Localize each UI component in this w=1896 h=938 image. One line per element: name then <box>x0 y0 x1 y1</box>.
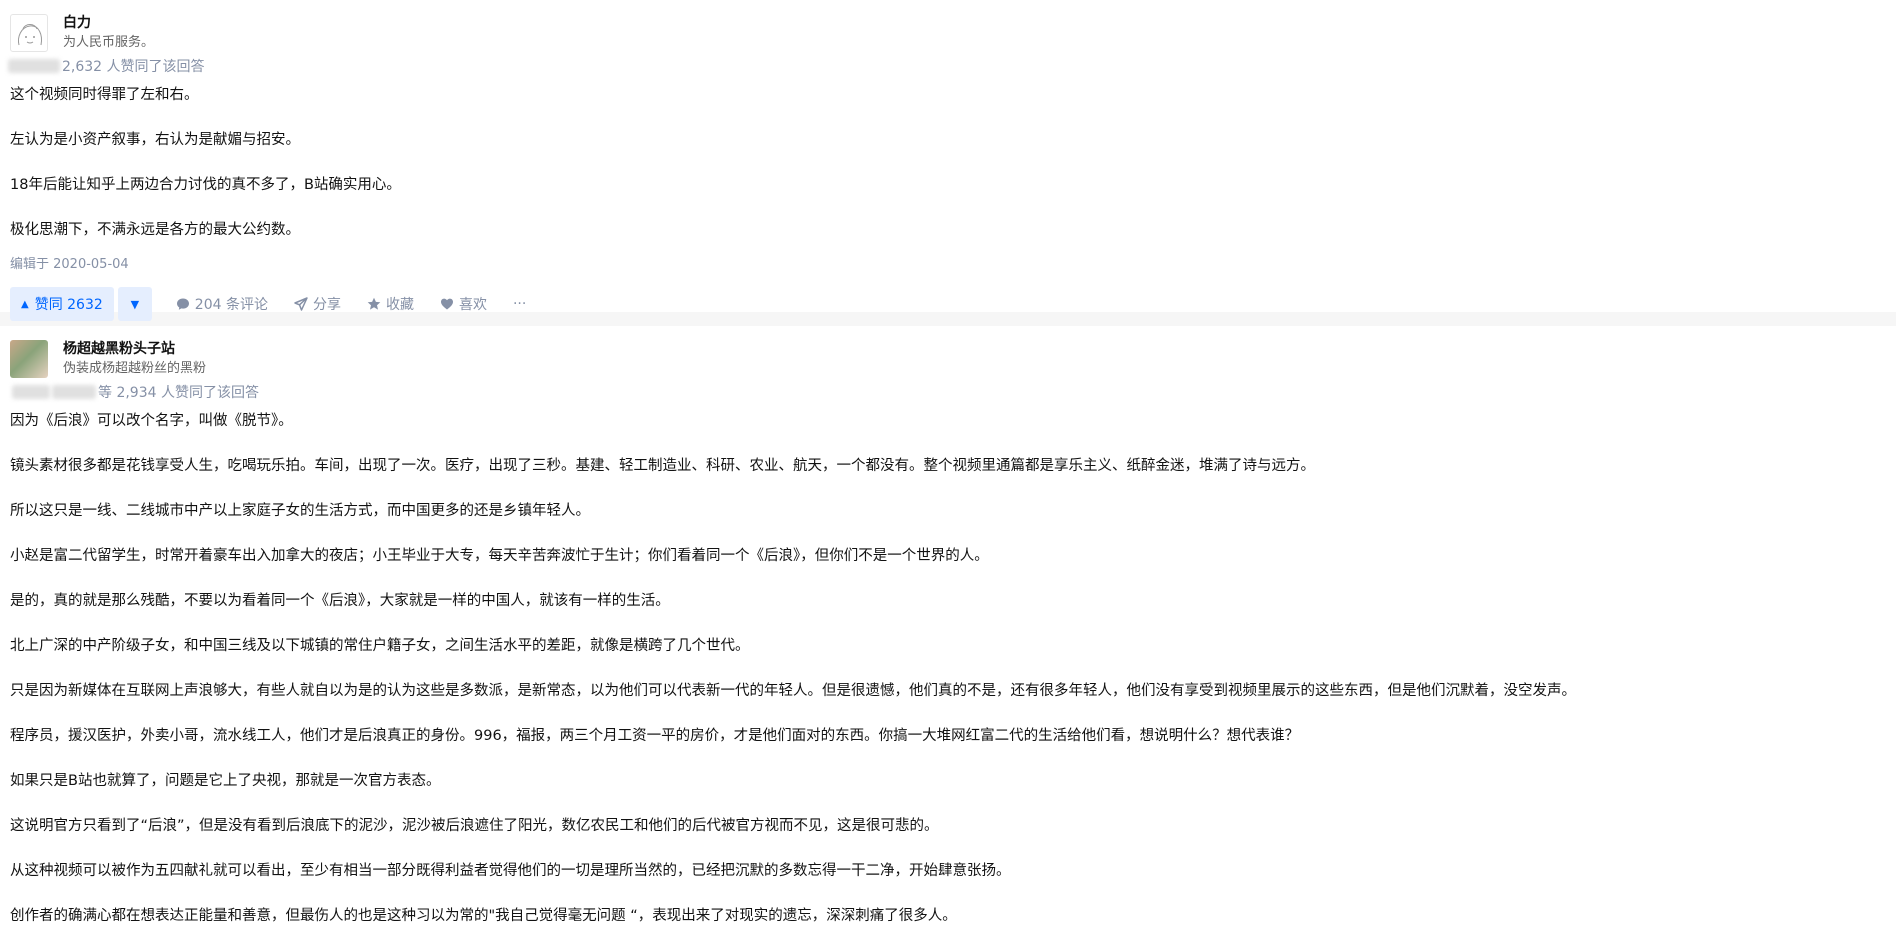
author-block: 杨超越黑粉头子站 伪装成杨超越粉丝的黑粉 <box>10 340 1886 378</box>
author-block: 白力 为人民币服务。 <box>10 14 1886 52</box>
blurred-voter-names <box>8 59 60 73</box>
author-name[interactable]: 杨超越黑粉头子站 <box>63 340 206 358</box>
author-bio: 为人民币服务。 <box>63 35 155 50</box>
comments-label: 204 条评论 <box>194 297 268 313</box>
paragraph: 是的，真的就是那么残酷，不要以为看着同一个《后浪》，大家就是一样的中国人，就该有… <box>10 593 670 609</box>
avatar[interactable] <box>10 14 48 52</box>
triangle-down-icon: ▼ <box>130 297 140 311</box>
like-button[interactable]: 喜欢 <box>440 294 487 314</box>
paragraph: 北上广深的中产阶级子女，和中国三线及以下城镇的常住户籍子女，之间生活水平的差距，… <box>10 638 750 654</box>
share-label: 分享 <box>312 297 341 313</box>
avatar-sketch-icon <box>18 24 42 46</box>
edited-time[interactable]: 编辑于 2020-05-04 <box>10 253 1886 272</box>
paragraph: 极化思潮下，不满永远是各方的最大公约数。 <box>10 222 300 238</box>
paragraph: 所以这只是一线、二线城市中产以上家庭子女的生活方式，而中国更多的还是乡镇年轻人。 <box>10 503 590 519</box>
paper-plane-icon <box>294 297 308 311</box>
paragraph: 小赵是富二代留学生，时常开着豪车出入加拿大的夜店；小王毕业于大专，每天辛苦奔波忙… <box>10 548 989 564</box>
upvote-label: 赞同 2632 <box>34 297 103 313</box>
voters-count[interactable]: 等 2,934 人赞同了该回答 <box>98 382 259 402</box>
answer-card-2: 杨超越黑粉头子站 伪装成杨超越粉丝的黑粉 等 2,934 人赞同了该回答 因为《… <box>0 326 1896 938</box>
share-button[interactable]: 分享 <box>294 294 341 314</box>
voters-line: 2,632 人赞同了该回答 <box>8 56 1886 76</box>
blurred-voter-names <box>52 385 96 399</box>
paragraph: 如果只是B站也就算了，问题是它上了央视，那就是一次官方表态。 <box>10 773 441 789</box>
paragraph: 这个视频同时得罪了左和右。 <box>10 87 199 103</box>
comment-icon <box>176 298 189 310</box>
more-icon: ··· <box>512 296 527 312</box>
upvote-button[interactable]: ▲ 赞同 2632 <box>10 287 114 321</box>
voters-count[interactable]: 2,632 人赞同了该回答 <box>62 56 205 76</box>
paragraph: 左认为是小资产叙事，右认为是献媚与招安。 <box>10 132 300 148</box>
avatar[interactable] <box>10 340 48 378</box>
author-bio: 伪装成杨超越粉丝的黑粉 <box>63 361 207 376</box>
comments-button[interactable]: 204 条评论 <box>176 294 268 314</box>
paragraph: 程序员，援汉医护，外卖小哥，流水线工人，他们才是后浪真正的身份。996，福报，两… <box>10 728 1300 744</box>
paragraph: 从这种视频可以被作为五四献礼就可以看出，至少有相当一部分既得利益者觉得他们的一切… <box>10 863 1011 879</box>
collect-button[interactable]: 收藏 <box>367 294 414 314</box>
downvote-button[interactable]: ▼ <box>117 287 152 321</box>
paragraph: 这说明官方只看到了“后浪”，但是没有看到后浪底下的泥沙，泥沙被后浪遮住了阳光，数… <box>10 818 939 834</box>
like-label: 喜欢 <box>458 297 487 313</box>
triangle-up-icon: ▲ <box>21 298 29 310</box>
paragraph: 18年后能让知乎上两边合力讨伐的真不多了，B站确实用心。 <box>10 177 401 193</box>
star-icon <box>367 297 381 310</box>
voters-line: 等 2,934 人赞同了该回答 <box>12 382 1886 402</box>
answer-content: 这个视频同时得罪了左和右。 左认为是小资产叙事，右认为是献媚与招安。 18年后能… <box>10 84 1886 241</box>
paragraph: 只是因为新媒体在互联网上声浪够大，有些人就自以为是的认为这些是多数派，是新常态，… <box>10 683 1576 699</box>
collect-label: 收藏 <box>385 297 414 313</box>
paragraph: 创作者的确满心都在想表达正能量和善意，但最伤人的也是这种习以为常的"我自己觉得毫… <box>10 908 957 924</box>
blurred-voter-names <box>12 385 50 399</box>
heart-icon <box>440 298 453 310</box>
paragraph: 因为《后浪》可以改个名字，叫做《脱节》。 <box>10 413 293 429</box>
divider <box>0 312 1896 326</box>
answer-content: 因为《后浪》可以改个名字，叫做《脱节》。 镜头素材很多都是花钱享受人生，吃喝玩乐… <box>10 410 1886 927</box>
answer-card-1: 白力 为人民币服务。 2,632 人赞同了该回答 这个视频同时得罪了左和右。 左… <box>0 0 1896 321</box>
paragraph: 镜头素材很多都是花钱享受人生，吃喝玩乐拍。车间，出现了一次。医疗，出现了三秒。基… <box>10 458 1315 474</box>
more-button[interactable]: ··· <box>513 296 526 312</box>
author-name[interactable]: 白力 <box>63 14 154 32</box>
